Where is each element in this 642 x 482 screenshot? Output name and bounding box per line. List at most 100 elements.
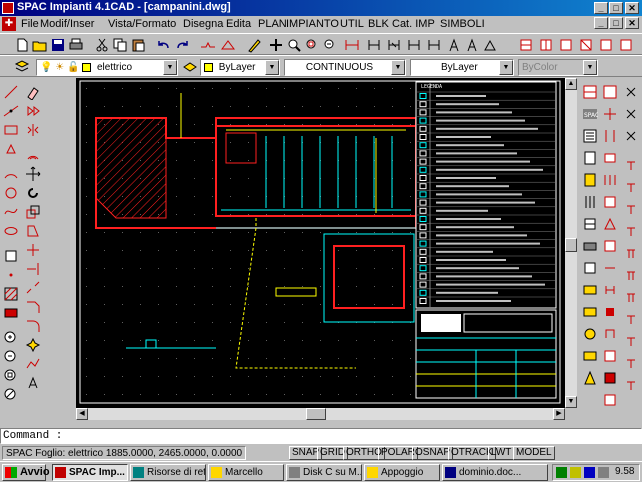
scroll-up-icon[interactable]: ▲: [565, 78, 577, 90]
menu-util[interactable]: UTIL: [340, 18, 364, 30]
spac-tool-12-icon[interactable]: [582, 348, 598, 364]
task-appoggio[interactable]: Appoggio: [364, 464, 440, 481]
ellipse-icon[interactable]: [3, 223, 19, 239]
zoom-all-icon[interactable]: [3, 368, 19, 384]
spac-tool-9-icon[interactable]: [582, 282, 598, 298]
outlet-2-icon[interactable]: [623, 180, 639, 196]
scroll-left-icon[interactable]: ◀: [76, 408, 88, 420]
chevron-down-icon[interactable]: ▼: [499, 60, 513, 75]
text-tool-1-icon[interactable]: [446, 37, 462, 53]
save-icon[interactable]: [50, 37, 66, 53]
wire-tool-3-icon[interactable]: [406, 37, 422, 53]
menu-disegna[interactable]: Disegna: [183, 18, 223, 30]
spac-tool-8-icon[interactable]: [582, 260, 598, 276]
pan-icon[interactable]: [268, 37, 284, 53]
scroll-down-icon[interactable]: ▼: [565, 396, 577, 408]
drawing-area[interactable]: LEGENDA: [76, 78, 565, 408]
vertical-scrollbar[interactable]: ▲ ▼: [565, 78, 577, 408]
text-tool-2-icon[interactable]: [464, 37, 480, 53]
symbol-tool-4-icon[interactable]: [578, 37, 594, 53]
outlet-6-icon[interactable]: [623, 268, 639, 284]
outlet-10-icon[interactable]: [623, 356, 639, 372]
doc-minimize-button[interactable]: _: [594, 17, 608, 29]
symbol-m-icon[interactable]: [602, 348, 618, 364]
spac-tool-2-icon[interactable]: [582, 128, 598, 144]
menu-impianto[interactable]: IMPIANTO: [286, 18, 339, 30]
close-button[interactable]: ✕: [625, 2, 639, 14]
hatch-icon[interactable]: [3, 286, 19, 302]
polygon-icon[interactable]: [3, 122, 19, 138]
doc-close-button[interactable]: ✕: [625, 17, 639, 29]
snap-icon[interactable]: [220, 37, 236, 53]
symbol-d-icon[interactable]: [602, 150, 618, 166]
insert-block-icon[interactable]: [3, 248, 19, 264]
maximize-button[interactable]: □: [609, 2, 623, 14]
task-network[interactable]: Risorse di rete: [130, 464, 206, 481]
tray-speaker-icon[interactable]: [598, 467, 609, 478]
explode-icon[interactable]: [25, 337, 41, 353]
wire-cross-1-icon[interactable]: [623, 84, 639, 100]
menu-plan[interactable]: PLAN: [258, 18, 287, 30]
arc-icon[interactable]: [3, 166, 19, 182]
menu-blk[interactable]: BLK: [368, 18, 389, 30]
minimize-button[interactable]: _: [594, 2, 608, 14]
symbol-f-icon[interactable]: [602, 194, 618, 210]
task-marcello[interactable]: Marcello: [208, 464, 284, 481]
copy-icon[interactable]: [112, 37, 128, 53]
edit-text-icon[interactable]: [25, 375, 41, 391]
paste-icon[interactable]: [130, 37, 146, 53]
zoom-previous-icon[interactable]: [322, 37, 338, 53]
dimension-icon[interactable]: [344, 37, 360, 53]
zoom-extents-icon[interactable]: [3, 387, 19, 403]
move-icon[interactable]: [25, 166, 41, 182]
scale-icon[interactable]: [25, 204, 41, 220]
wire-cross-2-icon[interactable]: [623, 106, 639, 122]
menu-modif-inser[interactable]: Modif/Inser: [40, 18, 94, 30]
tray-network-icon[interactable]: [556, 467, 567, 478]
undo-icon[interactable]: [156, 37, 172, 53]
menu-simboli[interactable]: SIMBOLI: [440, 18, 485, 30]
new-file-icon[interactable]: [14, 37, 30, 53]
make-current-layer-icon[interactable]: [182, 59, 198, 75]
symbol-tool-6-icon[interactable]: [618, 37, 634, 53]
outlet-5-icon[interactable]: [623, 246, 639, 262]
wire-cross-3-icon[interactable]: [623, 128, 639, 144]
spac-tool-5-icon[interactable]: [582, 194, 598, 210]
symbol-k-icon[interactable]: [602, 304, 618, 320]
chevron-down-icon[interactable]: ▼: [391, 60, 405, 75]
document-icon[interactable]: ✚: [2, 17, 16, 31]
color-select[interactable]: ByLayer ▼: [200, 59, 280, 76]
scroll-thumb[interactable]: [565, 238, 577, 252]
doc-restore-button[interactable]: □: [609, 17, 623, 29]
spac-tool-6-icon[interactable]: [582, 216, 598, 232]
wire-tool-2-icon[interactable]: [386, 37, 402, 53]
symbol-n-icon[interactable]: [602, 370, 618, 386]
symbol-tool-1-icon[interactable]: [518, 37, 534, 53]
zoom-realtime-icon[interactable]: [286, 37, 302, 53]
app-icon[interactable]: [2, 2, 14, 14]
spac-tool-13-icon[interactable]: [582, 370, 598, 386]
toggle-model[interactable]: MODEL: [513, 446, 555, 460]
break-icon[interactable]: [25, 280, 41, 296]
task-dominio-doc[interactable]: dominio.doc...: [442, 464, 548, 481]
layer-manager-icon[interactable]: [14, 59, 30, 75]
wire-tool-1-icon[interactable]: [366, 37, 382, 53]
symbol-h-icon[interactable]: [602, 238, 618, 254]
spac-tool-1-icon[interactable]: [582, 84, 598, 100]
line-icon[interactable]: [3, 84, 19, 100]
lineweight-select[interactable]: ByLayer ▼: [410, 59, 514, 76]
fillet-icon[interactable]: [25, 318, 41, 334]
symbol-tool-2-icon[interactable]: [538, 37, 554, 53]
outlet-8-icon[interactable]: [623, 312, 639, 328]
linetype-select[interactable]: CONTINUOUS ▼: [284, 59, 406, 76]
rotate-icon[interactable]: [25, 185, 41, 201]
outlet-3-icon[interactable]: [623, 202, 639, 218]
spline-icon[interactable]: [3, 204, 19, 220]
extend-icon[interactable]: [25, 261, 41, 277]
chevron-down-icon[interactable]: ▼: [265, 60, 279, 75]
toggle-osnap[interactable]: OSNAP: [412, 446, 454, 460]
horizontal-scrollbar[interactable]: ◀ ▶: [76, 408, 565, 420]
task-disk-c[interactable]: Disk C su M...: [286, 464, 362, 481]
spac-logo-icon[interactable]: SPAC: [582, 106, 599, 122]
match-properties-icon[interactable]: [246, 37, 262, 53]
